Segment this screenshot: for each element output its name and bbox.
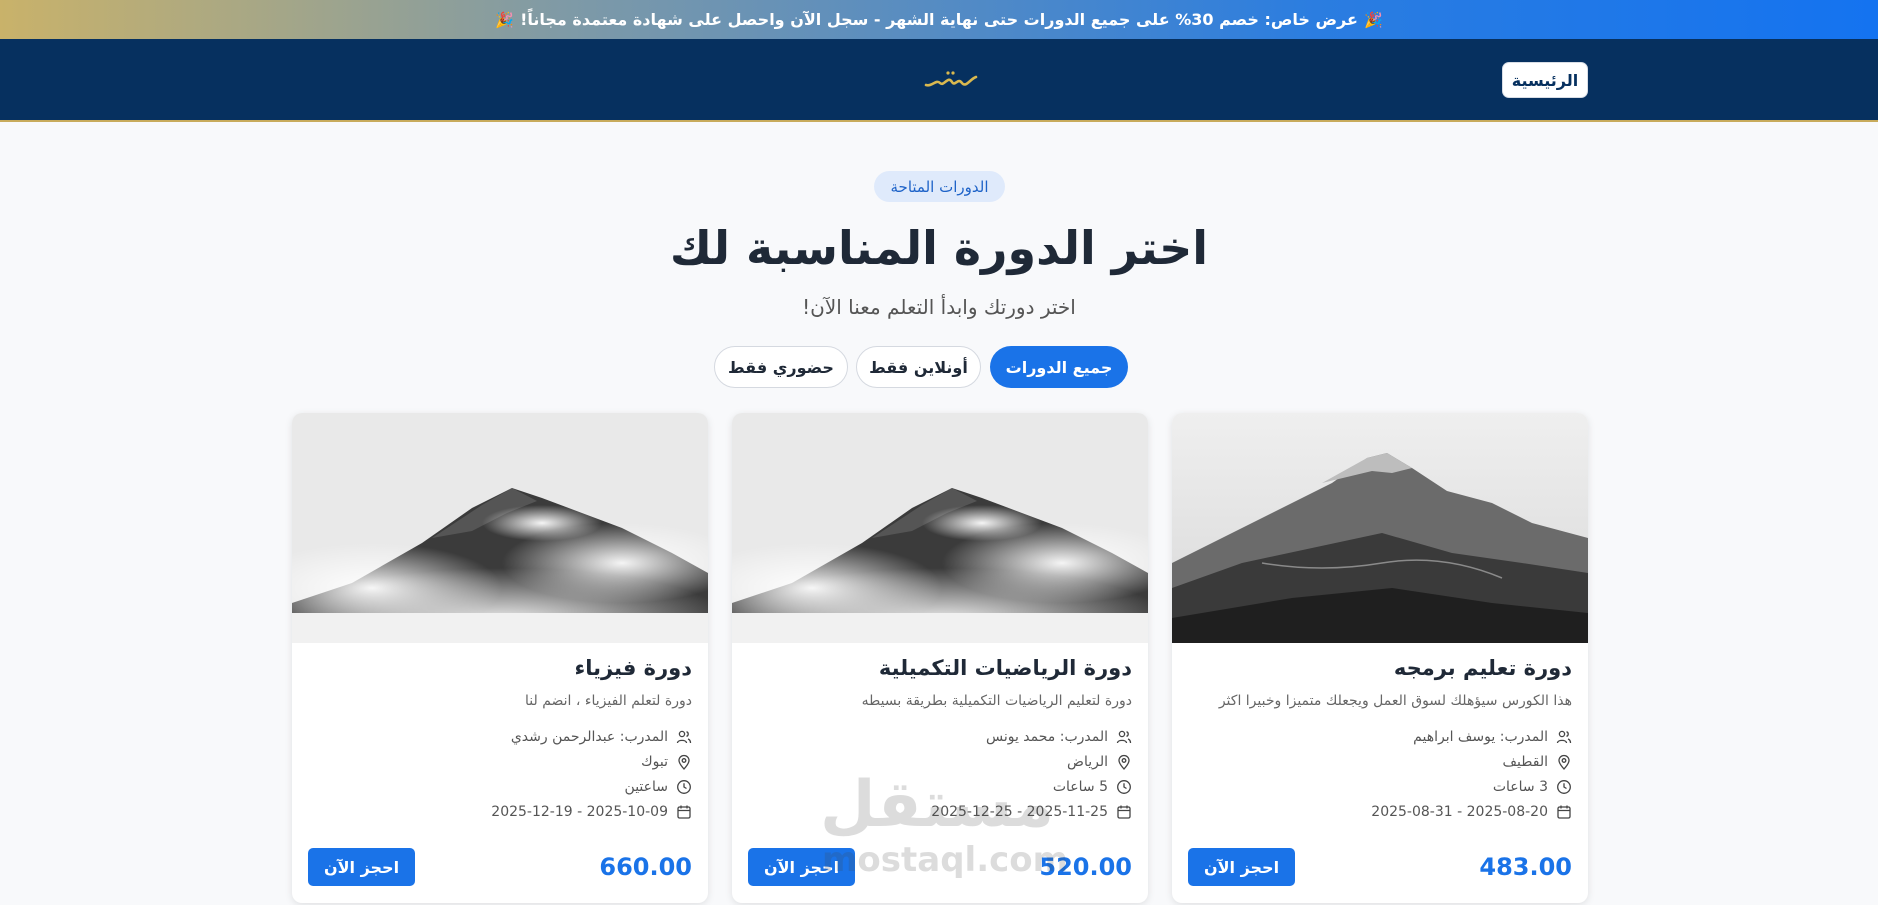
trainer-label: المدرب: محمد يونس: [985, 729, 1108, 745]
course-card[interactable]: دورة الرياضيات التكميلية دورة لتعليم الر…: [732, 413, 1148, 903]
course-location: القطيف: [1503, 754, 1572, 770]
filter-all-button[interactable]: جميع الدورات: [990, 346, 1128, 388]
course-description: هذا الكورس سيؤهلك لسوق العمل ويجعلك متمي…: [1218, 693, 1572, 709]
cloudy-peak-photo-icon: [292, 413, 708, 643]
calendar-icon: [1117, 805, 1131, 819]
location-label: القطيف: [1502, 754, 1548, 770]
page-title: اختر الدورة المناسبة لك: [669, 221, 1209, 275]
map-pin-icon: [1558, 754, 1570, 770]
party-icon: 🎉: [1363, 10, 1383, 29]
book-now-button[interactable]: احجز الآن: [1188, 848, 1295, 886]
map-pin-icon: [1118, 754, 1130, 770]
home-button[interactable]: الرئيسية: [1502, 62, 1588, 98]
course-duration: ساعتين: [625, 779, 692, 795]
course-trainer: المدرب: يوسف ابراهيم: [1413, 729, 1572, 745]
page-subtitle: اختر دورتك وابدأ التعلم معنا الآن!: [802, 295, 1076, 319]
course-image: [1172, 413, 1588, 643]
dates-label: 2025-11-25 - 2025-12-25: [931, 804, 1108, 820]
filter-online-button[interactable]: أونلاين فقط: [856, 346, 981, 388]
navbar: الرئيسية: [0, 39, 1878, 122]
course-description: دورة لتعليم الرياضيات التكميلية بطريقة ب…: [861, 693, 1132, 709]
dates-label: 2025-08-20 - 2025-08-31: [1371, 804, 1548, 820]
course-image: [292, 413, 708, 643]
course-duration: 3 ساعات: [1493, 779, 1572, 795]
clock-icon: [677, 780, 691, 794]
calendar-icon: [677, 805, 691, 819]
users-icon: [1556, 730, 1572, 744]
course-location: تبوك: [641, 754, 692, 770]
course-title: دورة تعليم برمجه: [1393, 656, 1572, 680]
course-card[interactable]: دورة فيزياء دورة لتعلم الفيزياء ، انضم ل…: [292, 413, 708, 903]
dates-label: 2025-10-09 - 2025-12-19: [491, 804, 668, 820]
promo-text: عرض خاص: خصم 30% على جميع الدورات حتى نه…: [520, 10, 1358, 29]
course-price: 660.00: [599, 853, 692, 881]
course-duration: 5 ساعات: [1053, 779, 1132, 795]
users-icon: [1116, 730, 1132, 744]
duration-label: ساعتين: [624, 779, 668, 795]
location-label: تبوك: [641, 754, 668, 770]
course-dates: 2025-08-20 - 2025-08-31: [1371, 804, 1572, 820]
course-image: [732, 413, 1148, 643]
book-now-button[interactable]: احجز الآن: [308, 848, 415, 886]
promo-banner: 🎉 عرض خاص: خصم 30% على جميع الدورات حتى …: [0, 0, 1878, 39]
course-price: 483.00: [1479, 853, 1572, 881]
course-price: 520.00: [1039, 853, 1132, 881]
course-trainer: المدرب: محمد يونس: [986, 729, 1132, 745]
calendar-icon: [1557, 805, 1571, 819]
course-location: الرياض: [1067, 754, 1132, 770]
book-now-button[interactable]: احجز الآن: [748, 848, 855, 886]
course-dates: 2025-10-09 - 2025-12-19: [491, 804, 692, 820]
clock-icon: [1557, 780, 1571, 794]
duration-label: 3 ساعات: [1492, 779, 1548, 795]
clock-icon: [1117, 780, 1131, 794]
mountain-photo-icon: [1172, 413, 1588, 643]
cloudy-peak-photo-icon: [732, 413, 1148, 643]
course-trainer: المدرب: عبدالرحمن رشدي: [511, 729, 692, 745]
party-icon: 🎉: [495, 10, 515, 29]
section-badge: الدورات المتاحة: [874, 171, 1005, 202]
logo-mark-icon: [924, 71, 978, 87]
filter-group: جميع الدورات أونلاين فقط حضوري فقط: [714, 346, 1128, 388]
course-description: دورة لتعلم الفيزياء ، انضم لنا: [525, 693, 692, 709]
location-label: الرياض: [1067, 754, 1108, 770]
duration-label: 5 ساعات: [1052, 779, 1108, 795]
site-logo[interactable]: [922, 65, 982, 95]
map-pin-icon: [678, 754, 690, 770]
course-title: دورة الرياضيات التكميلية: [878, 656, 1132, 680]
trainer-label: المدرب: عبدالرحمن رشدي: [510, 729, 668, 745]
users-icon: [676, 730, 692, 744]
course-card[interactable]: دورة تعليم برمجه هذا الكورس سيؤهلك لسوق …: [1172, 413, 1588, 903]
filter-inperson-button[interactable]: حضوري فقط: [714, 346, 848, 388]
course-dates: 2025-11-25 - 2025-12-25: [931, 804, 1132, 820]
trainer-label: المدرب: يوسف ابراهيم: [1413, 729, 1548, 745]
course-title: دورة فيزياء: [574, 656, 692, 680]
